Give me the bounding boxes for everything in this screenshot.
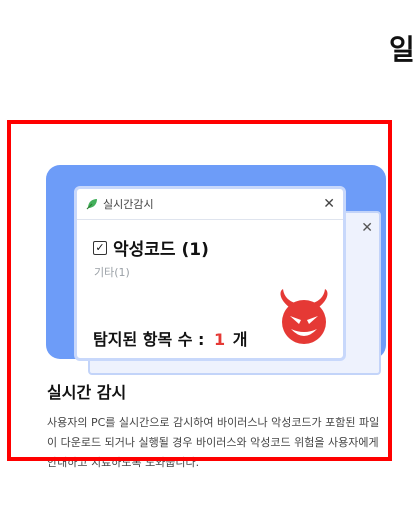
section-heading-fragment: 일	[389, 33, 413, 66]
highlight-frame	[7, 120, 392, 461]
